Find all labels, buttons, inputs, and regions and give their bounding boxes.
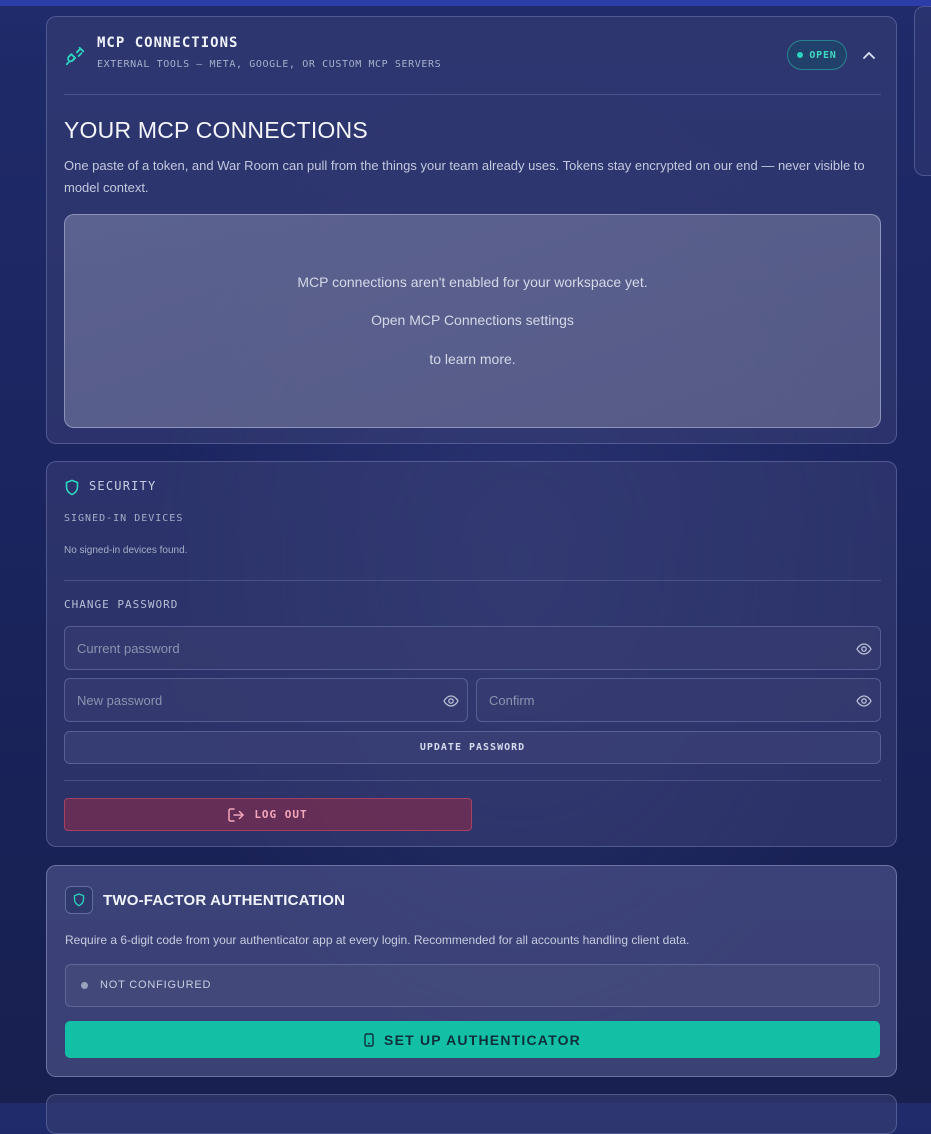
eye-icon[interactable] xyxy=(856,693,872,709)
section-title: SECURITY xyxy=(89,479,157,493)
logout-button[interactable]: LOG OUT xyxy=(64,798,472,831)
devices-empty-text: No signed-in devices found. xyxy=(64,545,188,556)
top-bar xyxy=(0,0,931,6)
change-password-label: CHANGE PASSWORD xyxy=(64,598,179,611)
status-badge: OPEN xyxy=(787,40,847,70)
logout-label: LOG OUT xyxy=(254,808,308,821)
current-password-field xyxy=(64,626,881,670)
confirm-password-field xyxy=(476,678,881,722)
setup-button-label: SET UP AUTHENTICATOR xyxy=(384,1031,581,1048)
new-password-input[interactable] xyxy=(65,679,467,721)
current-password-input[interactable] xyxy=(65,627,880,669)
shield-icon xyxy=(65,479,79,496)
mcp-connections-card: MCP CONNECTIONS EXTERNAL TOOLS — META, G… xyxy=(46,16,897,444)
status-dot-icon xyxy=(81,982,88,989)
devices-label: SIGNED-IN DEVICES xyxy=(64,513,184,524)
eye-icon[interactable] xyxy=(856,641,872,657)
two-factor-status: NOT CONFIGURED xyxy=(65,964,880,1007)
chevron-up-icon[interactable] xyxy=(861,48,877,64)
divider xyxy=(64,780,881,781)
status-badge-label: OPEN xyxy=(809,49,837,61)
section-title: TWO-FACTOR AUTHENTICATION xyxy=(103,892,346,909)
mcp-empty-state: MCP connections aren't enabled for your … xyxy=(64,214,881,428)
divider xyxy=(64,94,881,95)
mcp-heading: YOUR MCP CONNECTIONS xyxy=(64,117,368,143)
status-text: NOT CONFIGURED xyxy=(100,979,212,991)
two-factor-icon-box xyxy=(65,886,93,914)
two-factor-card: TWO-FACTOR AUTHENTICATION Require a 6-di… xyxy=(46,865,897,1077)
divider xyxy=(64,580,881,581)
section-title: MCP CONNECTIONS xyxy=(97,35,239,51)
new-password-field xyxy=(64,678,468,722)
phone-icon xyxy=(364,1032,374,1047)
section-subtitle: EXTERNAL TOOLS — META, GOOGLE, OR CUSTOM… xyxy=(97,59,442,70)
confirm-password-input[interactable] xyxy=(477,679,880,721)
setup-authenticator-button[interactable]: SET UP AUTHENTICATOR xyxy=(65,1021,880,1058)
plug-icon xyxy=(65,46,85,66)
shield-icon xyxy=(73,893,85,907)
empty-state-line: MCP connections aren't enabled for your … xyxy=(297,274,648,290)
logout-icon xyxy=(228,807,245,822)
status-dot-icon xyxy=(797,52,804,58)
mcp-description: One paste of a token, and War Room can p… xyxy=(64,158,865,195)
mcp-settings-link[interactable]: Open MCP Connections settings xyxy=(65,312,880,328)
security-card: SECURITY SIGNED-IN DEVICES No signed-in … xyxy=(46,461,897,847)
eye-icon[interactable] xyxy=(443,693,459,709)
empty-state-line: to learn more. xyxy=(429,351,516,367)
update-password-button[interactable]: UPDATE PASSWORD xyxy=(64,731,881,764)
next-card xyxy=(46,1094,897,1134)
two-factor-description: Require a 6-digit code from your authent… xyxy=(65,933,690,947)
side-panel xyxy=(914,6,931,176)
